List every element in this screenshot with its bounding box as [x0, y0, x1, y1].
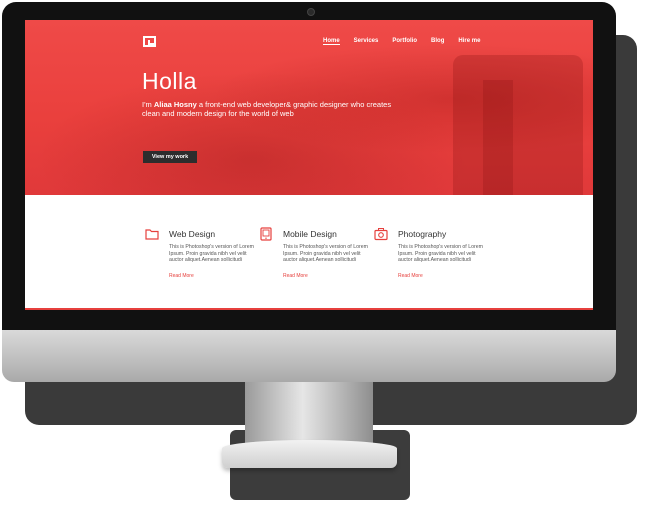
service-title: Mobile Design — [283, 229, 337, 239]
camera-icon — [374, 228, 388, 241]
main-nav: Home Services Portfolio Blog Hire me — [323, 38, 494, 45]
read-more-link[interactable]: Read More — [283, 273, 308, 279]
service-description: This is Photoshop's version of Lorem Ips… — [283, 244, 368, 263]
service-title: Web Design — [169, 229, 216, 239]
view-my-work-button[interactable]: View my work — [143, 151, 197, 163]
website-screen: Home Services Portfolio Blog Hire me Hol… — [25, 20, 593, 310]
service-description: This is Photoshop's version of Lorem Ips… — [398, 244, 483, 263]
nav-item-portfolio[interactable]: Portfolio — [392, 38, 417, 45]
tablet-icon — [260, 227, 272, 241]
services-section: Web Design This is Photoshop's version o… — [25, 220, 593, 310]
logo-icon[interactable] — [143, 36, 156, 47]
nav-item-hire-me[interactable]: Hire me — [458, 38, 480, 45]
hero-subtitle: I'm Aliaa Hosny a front-end web develope… — [142, 100, 392, 118]
read-more-link[interactable]: Read More — [169, 273, 194, 279]
camera-icon — [307, 8, 315, 16]
monitor-chin — [2, 330, 616, 382]
hero-section: Home Services Portfolio Blog Hire me Hol… — [25, 20, 593, 195]
hero-name: Aliaa Hosny — [153, 100, 197, 109]
nav-item-home[interactable]: Home — [323, 38, 340, 45]
monitor-mockup: Home Services Portfolio Blog Hire me Hol… — [0, 0, 645, 508]
read-more-link[interactable]: Read More — [398, 273, 423, 279]
service-description: This is Photoshop's version of Lorem Ips… — [169, 244, 254, 263]
hero-title: Holla — [142, 68, 197, 94]
folder-icon — [145, 229, 159, 240]
service-title: Photography — [398, 229, 447, 239]
monitor-stand-foot — [222, 440, 397, 468]
monitor-stand-neck — [245, 382, 373, 444]
hero-background-image — [453, 55, 583, 195]
accent-divider — [25, 308, 593, 310]
nav-item-services[interactable]: Services — [354, 38, 379, 45]
hero-subtitle-prefix: I'm — [142, 100, 154, 109]
hero-background-tower — [483, 80, 513, 195]
nav-item-blog[interactable]: Blog — [431, 38, 444, 45]
